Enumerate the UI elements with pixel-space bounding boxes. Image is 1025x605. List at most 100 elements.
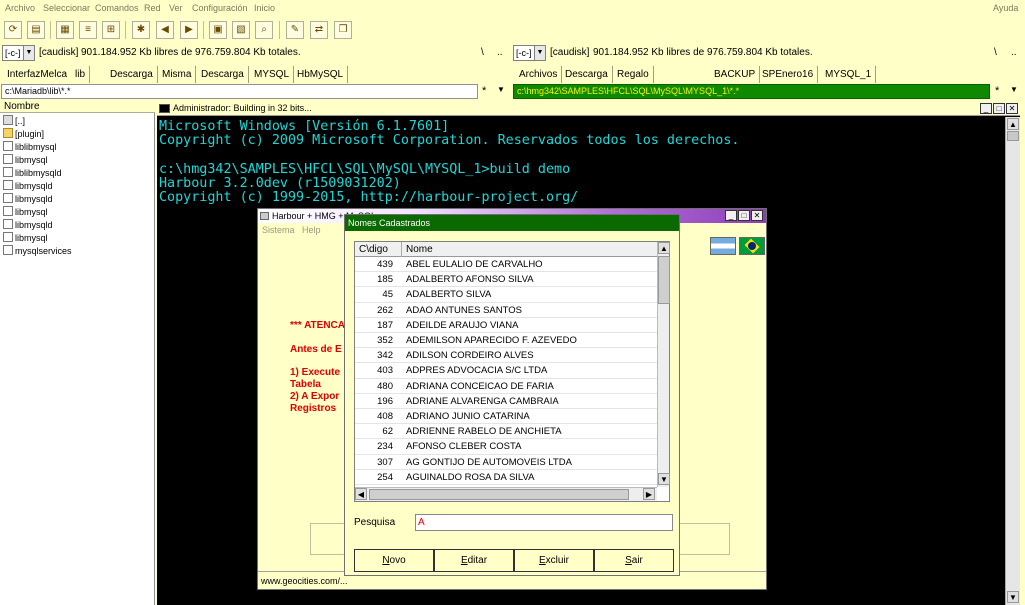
table-row[interactable]: 254 AGUINALDO ROSA DA SILVA bbox=[355, 470, 657, 485]
tab-hbmysql[interactable]: HbMySQL bbox=[293, 66, 349, 83]
list-item[interactable]: [plugin] bbox=[3, 128, 44, 140]
scroll-thumb[interactable] bbox=[369, 489, 629, 500]
maximize-icon[interactable]: □ bbox=[993, 103, 1005, 114]
right-drive-select[interactable]: [-c-] bbox=[513, 45, 535, 61]
list-item[interactable]: mysqlservices bbox=[3, 245, 72, 257]
column-header-codigo[interactable]: C\digo bbox=[355, 242, 402, 257]
notepad-icon[interactable]: ✎ bbox=[286, 21, 304, 39]
list-item[interactable]: libmysqld bbox=[3, 180, 53, 192]
list-item[interactable]: libmysqld bbox=[3, 193, 53, 205]
tab-mysql[interactable]: MYSQL bbox=[250, 66, 295, 83]
tab-backup[interactable]: BACKUP bbox=[710, 66, 761, 83]
select-icon[interactable]: ✱ bbox=[132, 21, 150, 39]
table-row[interactable]: 307 AG GONTIJO DE AUTOMOVEIS LTDA bbox=[355, 455, 657, 470]
close-icon[interactable]: ✕ bbox=[1006, 103, 1018, 114]
console-scrollbar[interactable]: ▲ ▼ bbox=[1005, 117, 1020, 605]
list-icon[interactable]: ≡ bbox=[79, 21, 97, 39]
column-header-nombre[interactable]: Nombre bbox=[0, 100, 155, 113]
view-icon[interactable]: ▤ bbox=[27, 21, 45, 39]
left-root-button[interactable]: \ bbox=[481, 47, 484, 58]
list-item[interactable]: libmysql bbox=[3, 154, 48, 166]
scroll-thumb[interactable] bbox=[658, 256, 670, 304]
menu-archivo[interactable]: Archivo bbox=[5, 3, 35, 13]
copy-icon[interactable]: ❐ bbox=[334, 21, 352, 39]
novo-button[interactable]: Novo bbox=[354, 549, 434, 572]
table-row[interactable]: 187 ADEILDE ARAUJO VIANA bbox=[355, 318, 657, 333]
names-grid[interactable]: C\digo Nome 439 ABEL EULALIO DE CARVALHO … bbox=[354, 241, 670, 502]
chevron-down-icon[interactable]: ▼ bbox=[23, 45, 35, 61]
tab-descarga[interactable]: Descarga bbox=[561, 66, 613, 83]
list-item[interactable]: [..] bbox=[3, 115, 25, 127]
menu-ver[interactable]: Ver bbox=[169, 3, 183, 13]
grid-vertical-scrollbar[interactable]: ▲ ▼ bbox=[657, 242, 670, 487]
back-icon[interactable]: ◀ bbox=[156, 21, 174, 39]
menu-comandos[interactable]: Comandos bbox=[95, 3, 139, 13]
chevron-down-icon[interactable]: ▼ bbox=[497, 85, 505, 94]
table-row[interactable]: 342 ADILSON CORDEIRO ALVES bbox=[355, 348, 657, 364]
table-row[interactable]: 262 ADAO ANTUNES SANTOS bbox=[355, 303, 657, 318]
console-title-bar[interactable]: Administrador: Building in 32 bits... _ … bbox=[157, 101, 1020, 116]
editar-button[interactable]: Editar bbox=[434, 549, 514, 572]
table-row[interactable]: 196 ADRIANE ALVARENGA CAMBRAIA bbox=[355, 394, 657, 409]
menu-seleccionar[interactable]: Seleccionar bbox=[43, 3, 90, 13]
list-item[interactable]: liblibmysqld bbox=[3, 167, 62, 179]
right-path-field[interactable]: c:\hmg342\SAMPLES\HFCL\SQL\MySQL\MYSQL_1… bbox=[513, 84, 990, 99]
menu-configuracion[interactable]: Configuración bbox=[192, 3, 248, 13]
argentina-flag-icon[interactable] bbox=[710, 237, 736, 255]
grid-icon[interactable]: ▦ bbox=[56, 21, 74, 39]
close-icon[interactable]: ✕ bbox=[751, 210, 763, 221]
menu-red[interactable]: Red bbox=[144, 3, 161, 13]
table-row[interactable]: 45 ADALBERTO SILVA bbox=[355, 287, 657, 303]
table-row[interactable]: 403 ADPRES ADVOCACIA S/C LTDA bbox=[355, 363, 657, 379]
scroll-up-icon[interactable]: ▲ bbox=[1007, 118, 1019, 130]
search-icon[interactable]: ⌕ bbox=[255, 21, 273, 39]
menu-ayuda[interactable]: Ayuda bbox=[993, 3, 1018, 13]
tree-icon[interactable]: ⊞ bbox=[102, 21, 120, 39]
list-item[interactable]: libmysql bbox=[3, 206, 48, 218]
chevron-down-icon[interactable]: ▼ bbox=[534, 45, 546, 61]
tab-regalo[interactable]: Regalo bbox=[613, 66, 654, 83]
forward-icon[interactable]: ▶ bbox=[180, 21, 198, 39]
tab-descarga-2[interactable]: Descarga bbox=[197, 66, 249, 83]
tab-lib[interactable]: lib bbox=[71, 66, 91, 83]
tab-archivos[interactable]: Archivos bbox=[515, 66, 563, 83]
left-filter-button[interactable]: * bbox=[482, 85, 486, 97]
right-up-button[interactable]: .. bbox=[1011, 47, 1017, 58]
excluir-button[interactable]: Excluir bbox=[514, 549, 594, 572]
minimize-icon[interactable]: _ bbox=[980, 103, 992, 114]
scroll-down-icon[interactable]: ▼ bbox=[658, 473, 670, 485]
right-root-button[interactable]: \ bbox=[994, 47, 997, 58]
brazil-flag-icon[interactable] bbox=[739, 237, 765, 255]
left-up-button[interactable]: .. bbox=[497, 47, 503, 58]
pack-icon[interactable]: ▣ bbox=[209, 21, 227, 39]
list-item[interactable]: libmysqld bbox=[3, 219, 53, 231]
scroll-left-icon[interactable]: ◀ bbox=[355, 488, 367, 500]
table-row[interactable]: 439 ABEL EULALIO DE CARVALHO bbox=[355, 257, 657, 273]
scroll-up-icon[interactable]: ▲ bbox=[658, 242, 670, 254]
tab-mysql-1[interactable]: MYSQL_1 bbox=[821, 66, 877, 83]
list-item[interactable]: libmysql bbox=[3, 232, 48, 244]
sync-icon[interactable]: ⇄ bbox=[310, 21, 328, 39]
table-row[interactable]: 62 ADRIENNE RABELO DE ANCHIETA bbox=[355, 424, 657, 440]
table-row[interactable]: 185 ADALBERTO AFONSO SILVA bbox=[355, 272, 657, 288]
menu-inicio[interactable]: Inicio bbox=[254, 3, 275, 13]
dialog-title[interactable]: Nomes Cadastrados bbox=[345, 215, 679, 231]
grid-horizontal-scrollbar[interactable]: ◀ ▶ bbox=[355, 487, 657, 501]
minimize-icon[interactable]: _ bbox=[725, 210, 737, 221]
right-filter-button[interactable]: * bbox=[995, 85, 999, 97]
tab-descarga[interactable]: Descarga bbox=[106, 66, 158, 83]
column-header-nome[interactable]: Nome bbox=[402, 242, 657, 257]
maximize-icon[interactable]: □ bbox=[738, 210, 750, 221]
tab-misma[interactable]: Misma bbox=[158, 66, 197, 83]
scroll-thumb[interactable] bbox=[1007, 131, 1019, 141]
left-drive-select[interactable]: [-c-] bbox=[2, 45, 24, 61]
scroll-down-icon[interactable]: ▼ bbox=[1007, 591, 1019, 603]
sair-button[interactable]: Sair bbox=[594, 549, 674, 572]
table-row[interactable]: 480 ADRIANA CONCEICAO DE FARIA bbox=[355, 379, 657, 394]
chevron-down-icon[interactable]: ▼ bbox=[1010, 85, 1018, 94]
refresh-icon[interactable]: ⟳ bbox=[4, 21, 22, 39]
table-row[interactable]: 408 ADRIANO JUNIO CATARINA bbox=[355, 409, 657, 425]
table-row[interactable]: 352 ADEMILSON APARECIDO F. AZEVEDO bbox=[355, 333, 657, 349]
table-row[interactable]: 234 AFONSO CLEBER COSTA bbox=[355, 439, 657, 455]
tab-spenero16[interactable]: SPEnero16 bbox=[758, 66, 819, 83]
